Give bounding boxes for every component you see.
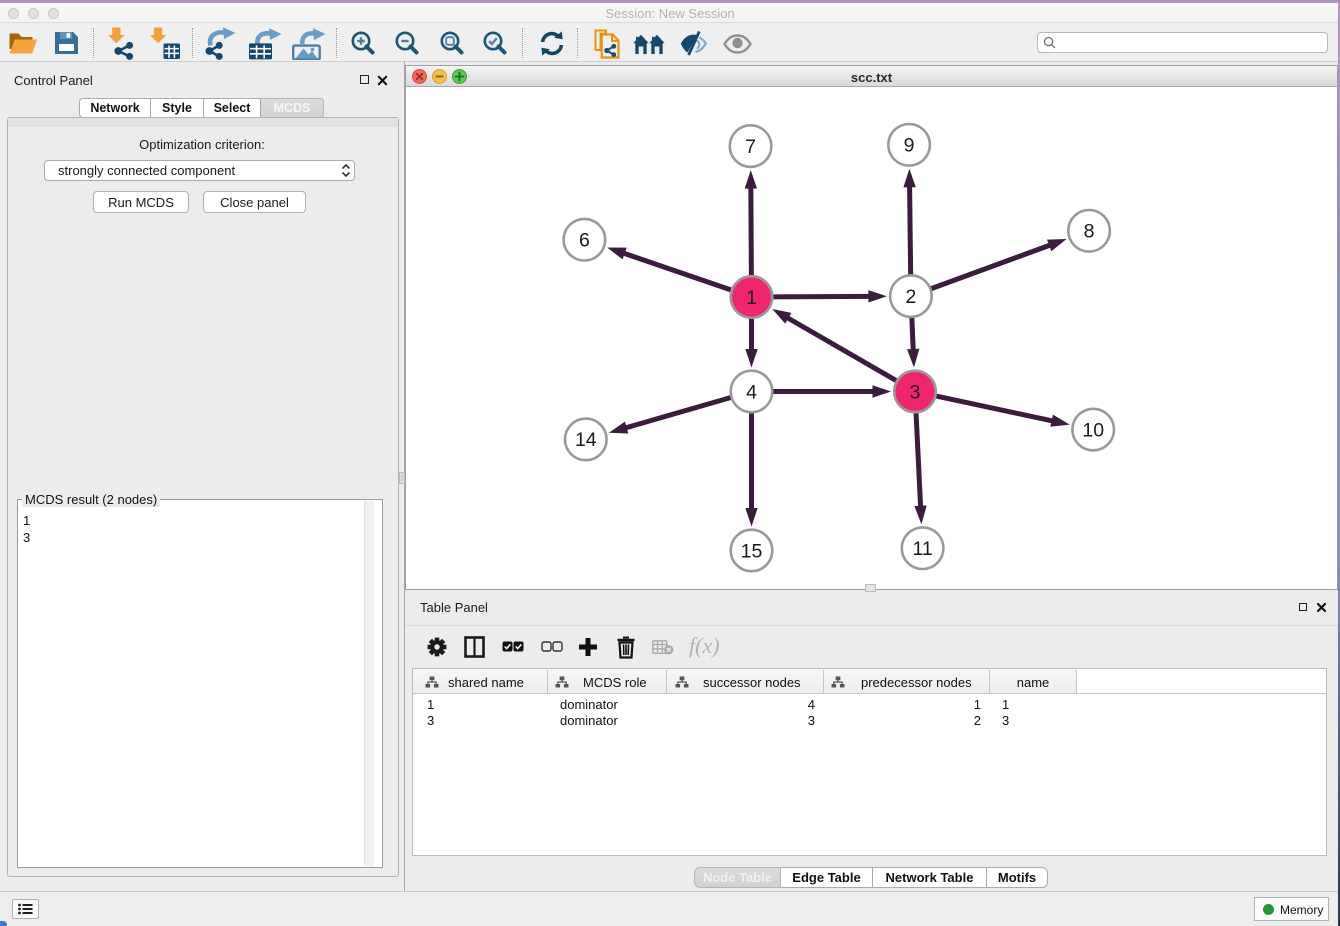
svg-text:6: 6 <box>579 230 590 252</box>
svg-text:8: 8 <box>1084 221 1095 243</box>
svg-text:3: 3 <box>910 381 921 403</box>
svg-text:9: 9 <box>904 135 915 157</box>
svg-text:1: 1 <box>746 287 757 309</box>
svg-text:10: 10 <box>1082 419 1104 441</box>
svg-text:7: 7 <box>745 136 756 158</box>
svg-text:15: 15 <box>741 540 763 562</box>
svg-text:2: 2 <box>905 286 916 308</box>
svg-text:11: 11 <box>912 538 932 560</box>
svg-text:4: 4 <box>746 381 757 403</box>
svg-text:14: 14 <box>575 429 597 451</box>
